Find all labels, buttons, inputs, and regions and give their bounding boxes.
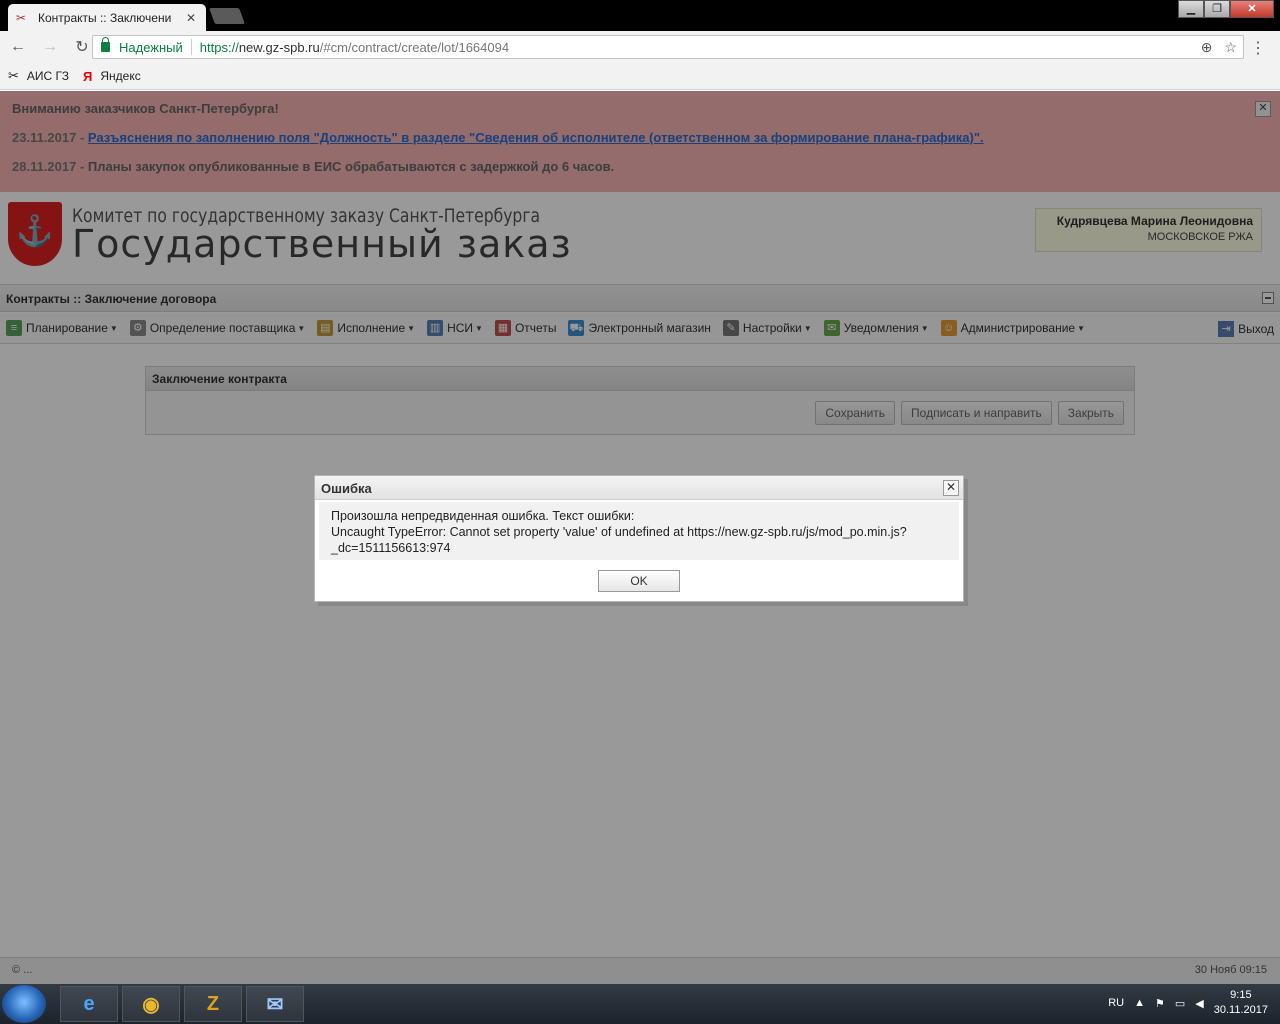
ie-icon[interactable]: e xyxy=(60,986,118,1022)
tray-arrow-icon[interactable]: ▲ xyxy=(1134,997,1145,1009)
browser-toolbar: ← → ↻ Надежный https://new.gz-spb.ru/#cm… xyxy=(0,31,1280,63)
clock[interactable]: 9:15 30.11.2017 xyxy=(1214,988,1268,1018)
tools-icon: ✂ xyxy=(8,68,19,83)
zoom-icon[interactable]: ⊕ xyxy=(1201,39,1213,56)
language-indicator[interactable]: RU xyxy=(1108,997,1124,1009)
volume-icon[interactable]: ◀ xyxy=(1195,997,1203,1010)
mail-icon[interactable]: ✉ xyxy=(246,986,304,1022)
new-tab-button[interactable] xyxy=(209,8,245,24)
dialog-footer: OK xyxy=(315,560,963,592)
windows-taskbar: e ◉ Z ✉ RU ▲ ⚑ ▭ ◀ 9:15 30.11.2017 xyxy=(0,984,1280,1024)
url-text: https://new.gz-spb.ru/#cm/contract/creat… xyxy=(199,39,510,55)
ok-button[interactable]: OK xyxy=(598,570,680,592)
bookmark-yandex[interactable]: Я Яндекс xyxy=(83,69,141,84)
browser-tab[interactable]: ✂ Контракты :: Заключени ✕ xyxy=(8,4,206,31)
omnibox-icons: ⊕ ☆ xyxy=(1201,39,1237,56)
tab-title: Контракты :: Заключени xyxy=(38,10,172,25)
dialog-close-icon[interactable]: ✕ xyxy=(943,480,959,496)
yandex-icon: Я xyxy=(83,68,93,84)
lock-icon xyxy=(101,37,110,52)
browser-menu-icon[interactable]: ⋮ xyxy=(1250,38,1266,58)
flag-icon[interactable]: ⚑ xyxy=(1155,997,1165,1010)
start-button[interactable] xyxy=(2,985,46,1023)
bookmark-ais-gz[interactable]: ✂ АИС ГЗ xyxy=(8,68,69,84)
minimize-icon[interactable]: ▁ xyxy=(1178,0,1204,18)
browser-tabstrip: ✂ Контракты :: Заключени ✕ ▁ ❐ ✕ xyxy=(0,0,1280,31)
restore-icon[interactable]: ❐ xyxy=(1204,0,1230,18)
tools-icon: ✂ xyxy=(16,10,27,25)
back-icon[interactable]: ← xyxy=(4,38,32,56)
window-controls: ▁ ❐ ✕ xyxy=(1178,0,1274,18)
dialog-title: Ошибка xyxy=(315,476,963,500)
error-dialog: Ошибка ✕ Произошла непредвиденная ошибка… xyxy=(314,475,964,602)
bookmarks-bar: ✂ АИС ГЗ Я Яндекс xyxy=(0,63,1280,90)
star-icon[interactable]: ☆ xyxy=(1224,39,1237,56)
address-bar[interactable]: Надежный https://new.gz-spb.ru/#cm/contr… xyxy=(92,35,1244,59)
app-icon[interactable]: Z xyxy=(184,986,242,1022)
secure-label: Надежный xyxy=(119,39,183,55)
system-tray: RU ▲ ⚑ ▭ ◀ 9:15 30.11.2017 xyxy=(1108,988,1268,1018)
forward-icon[interactable]: → xyxy=(36,38,64,56)
divider xyxy=(190,39,192,55)
network-icon[interactable]: ▭ xyxy=(1175,997,1185,1010)
close-window-icon[interactable]: ✕ xyxy=(1230,0,1274,18)
chrome-icon[interactable]: ◉ xyxy=(122,986,180,1022)
dialog-message: Произошла непредвиденная ошибка. Текст о… xyxy=(319,502,959,560)
tab-close-icon[interactable]: ✕ xyxy=(186,11,196,25)
